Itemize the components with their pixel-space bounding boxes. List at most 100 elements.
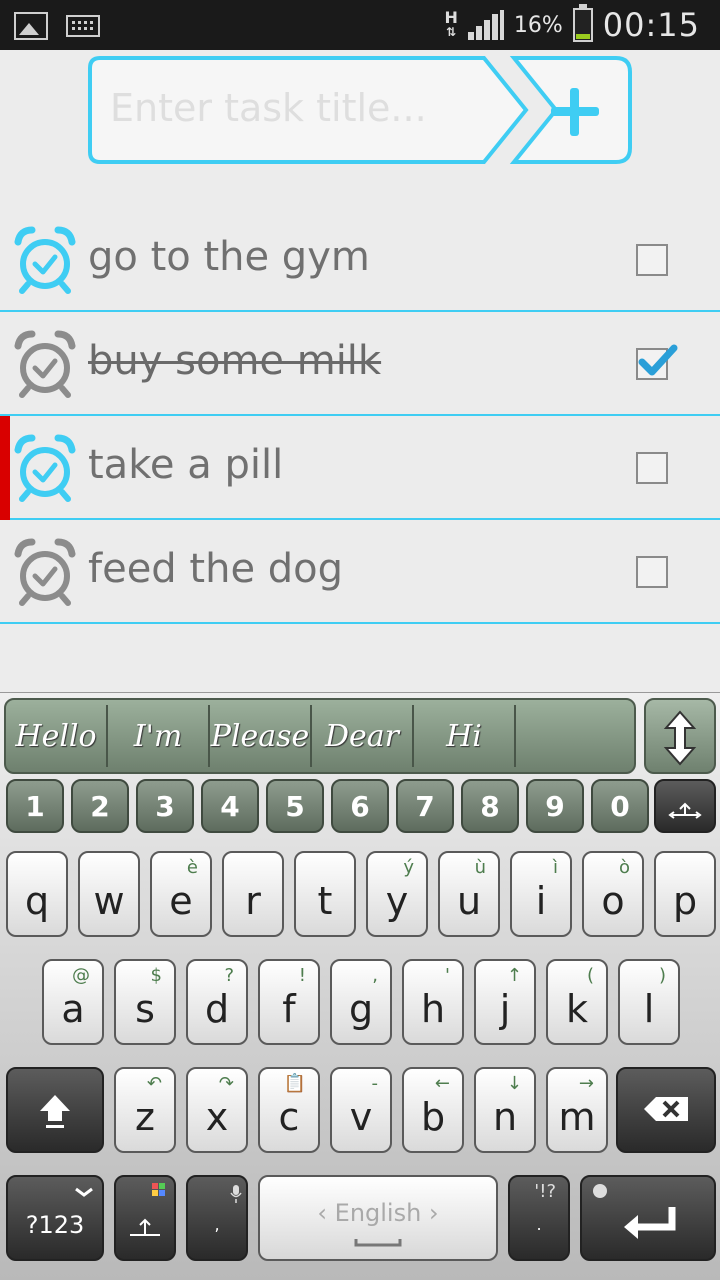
period-key[interactable]: . '!? [508, 1175, 570, 1261]
task-title: go to the gym [88, 234, 370, 280]
key-b-alt-label: ← [434, 1073, 450, 1094]
battery-percent: 16% [513, 12, 563, 38]
key-i-label: i [535, 879, 547, 923]
battery-icon [572, 4, 593, 42]
key-1[interactable]: 1 [6, 779, 64, 833]
key-t[interactable]: t [294, 851, 356, 937]
enter-key[interactable] [580, 1175, 716, 1261]
image-notification-icon [14, 12, 48, 40]
key-d[interactable]: d? [186, 959, 248, 1045]
task-title: feed the dog [88, 546, 344, 592]
key-v-alt-label: - [371, 1073, 379, 1094]
key-i-alt-label: ì [552, 857, 558, 878]
suggestion-item[interactable]: Dear [312, 705, 414, 767]
key-x-alt-label: ↷ [218, 1073, 234, 1094]
key-z[interactable]: z ↶ [114, 1067, 176, 1153]
key-i[interactable]: iì [510, 851, 572, 937]
key-y[interactable]: yý [366, 851, 428, 937]
layout-key[interactable] [114, 1175, 176, 1261]
key-a-alt-label: @ [72, 965, 90, 986]
key-q-label: q [24, 879, 50, 923]
task-row[interactable]: feed the dog [0, 520, 720, 624]
key-5[interactable]: 5 [266, 779, 324, 833]
key-n[interactable]: n ↓ [474, 1067, 536, 1153]
priority-indicator [0, 416, 10, 520]
key-k-alt-label: ( [586, 965, 594, 986]
alarm-clock-icon[interactable] [14, 226, 76, 294]
suggestion-item[interactable]: I'm [108, 705, 210, 767]
key-4[interactable]: 4 [201, 779, 259, 833]
task-row[interactable]: go to the gym [0, 208, 720, 312]
key-k-label: k [565, 987, 588, 1031]
key-m[interactable]: m → [546, 1067, 608, 1153]
key-t-label: t [317, 879, 333, 923]
key-p-label: p [672, 879, 698, 923]
alarm-clock-icon[interactable] [14, 330, 76, 398]
key-e[interactable]: eè [150, 851, 212, 937]
backspace-key[interactable] [616, 1067, 716, 1153]
key-x[interactable]: x ↷ [186, 1067, 248, 1153]
add-task-button[interactable] [518, 60, 634, 164]
task-complete-checkbox[interactable] [636, 344, 678, 380]
key-h[interactable]: h ' [402, 959, 464, 1045]
key-1-label: 1 [25, 790, 45, 823]
key-o[interactable]: oò [582, 851, 644, 937]
space-key[interactable]: ‹ English › [258, 1175, 498, 1261]
task-title-input[interactable] [110, 80, 500, 136]
suggestion-item[interactable]: Please [210, 705, 312, 767]
key-j[interactable]: j ↑ [474, 959, 536, 1045]
cursor-move-key[interactable] [654, 779, 716, 833]
expand-keyboard-button[interactable] [644, 698, 716, 774]
key-l[interactable]: l) [618, 959, 680, 1045]
key-u[interactable]: uù [438, 851, 500, 937]
key-j-label: j [499, 987, 511, 1031]
enter-return-icon [593, 1184, 676, 1239]
task-complete-checkbox[interactable] [636, 556, 668, 588]
key-9[interactable]: 9 [526, 779, 584, 833]
key-g[interactable]: g, [330, 959, 392, 1045]
layout-grid-icon [130, 1183, 165, 1236]
key-c[interactable]: c 📋 [258, 1067, 320, 1153]
key-l-alt-label: ) [658, 965, 666, 986]
suggestion-item[interactable]: Hello [6, 705, 108, 767]
key-6[interactable]: 6 [331, 779, 389, 833]
h-data-icon: H ⇅ [444, 8, 458, 40]
comma-key[interactable]: , [186, 1175, 248, 1261]
alarm-clock-icon[interactable] [14, 538, 76, 606]
key-3[interactable]: 3 [136, 779, 194, 833]
suggestion-empty-slot [516, 705, 618, 767]
key-8[interactable]: 8 [461, 779, 519, 833]
key-u-label: u [456, 879, 482, 923]
symbols-key[interactable]: ?123 [6, 1175, 104, 1261]
move-cursor-icon [668, 802, 702, 819]
shift-key[interactable] [6, 1067, 104, 1153]
key-v[interactable]: v- [330, 1067, 392, 1153]
key-s[interactable]: s $ [114, 959, 176, 1045]
suggestion-item[interactable]: Hi [414, 705, 516, 767]
task-row[interactable]: take a pill [0, 416, 720, 520]
task-complete-checkbox[interactable] [636, 244, 668, 276]
key-m-alt-label: → [578, 1073, 594, 1094]
key-b[interactable]: b ← [402, 1067, 464, 1153]
key-e-alt-label: è [186, 857, 198, 878]
symbols-key-label: ?123 [25, 1211, 85, 1239]
key-q[interactable]: q [6, 851, 68, 937]
key-0[interactable]: 0 [591, 779, 649, 833]
task-complete-checkbox[interactable] [636, 452, 668, 484]
key-a[interactable]: a @ [42, 959, 104, 1045]
key-2[interactable]: 2 [71, 779, 129, 833]
key-s-alt-label: $ [150, 965, 162, 986]
key-k[interactable]: k( [546, 959, 608, 1045]
key-w[interactable]: w [78, 851, 140, 937]
alarm-clock-icon[interactable] [14, 434, 76, 502]
key-r[interactable]: r [222, 851, 284, 937]
key-p[interactable]: p [654, 851, 716, 937]
key-f[interactable]: f! [258, 959, 320, 1045]
key-3-label: 3 [155, 790, 175, 823]
key-7[interactable]: 7 [396, 779, 454, 833]
task-row[interactable]: buy some milk [0, 312, 720, 416]
task-input-bar [86, 54, 634, 166]
key-4-label: 4 [220, 790, 240, 823]
key-8-label: 8 [480, 790, 500, 823]
checkmark-icon [638, 344, 678, 376]
